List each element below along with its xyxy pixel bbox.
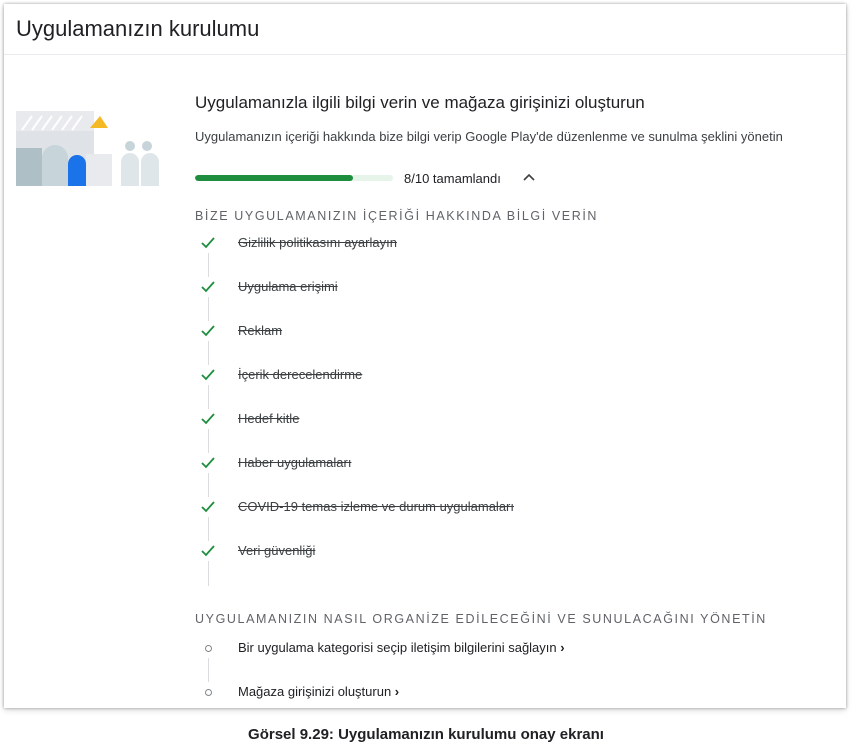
progress-bar (195, 175, 393, 181)
task-label[interactable]: COVID-19 temas izleme ve durum uygulamal… (238, 499, 514, 514)
check-icon (198, 409, 218, 429)
task-item[interactable]: COVID-19 temas izleme ve durum uygulamal… (198, 497, 798, 521)
task-item[interactable]: Haber uygulamaları (198, 453, 798, 477)
task-item[interactable]: Reklam (198, 321, 798, 345)
task-link[interactable]: Bir uygulama kategorisi seçip iletişim b… (238, 640, 565, 655)
circle-icon (198, 682, 218, 702)
section-heading: Uygulamanızla ilgili bilgi verin ve mağa… (195, 93, 645, 112)
check-icon (198, 453, 218, 473)
task-label[interactable]: Veri güvenliği (238, 543, 315, 558)
check-icon (198, 541, 218, 561)
task-item[interactable]: Gizlilik politikasını ayarlayın (198, 233, 798, 257)
task-item[interactable]: Bir uygulama kategorisi seçip iletişim b… (198, 638, 798, 662)
check-icon (198, 365, 218, 385)
section-description: Uygulamanızın içeriği hakkında bize bilg… (195, 129, 783, 144)
check-icon (198, 233, 218, 253)
task-label[interactable]: Reklam (238, 323, 282, 338)
setup-card: Uygulamanızın kurulumu Uygulamanızla ilg… (4, 4, 846, 708)
task-label[interactable]: Hedef kitle (238, 411, 299, 426)
check-icon (198, 497, 218, 517)
progress-bar-fill (195, 175, 354, 181)
title-divider (4, 54, 846, 55)
task-item[interactable]: Mağaza girişinizi oluşturun (198, 682, 798, 706)
chevron-up-icon[interactable] (521, 170, 537, 184)
group-title-store: UYGULAMANIZIN NASIL ORGANİZE EDİLECEĞİNİ… (195, 612, 767, 626)
task-item[interactable]: Hedef kitle (198, 409, 798, 433)
building-illustration (16, 111, 159, 186)
task-item[interactable]: Uygulama erişimi (198, 277, 798, 301)
task-label[interactable]: Gizlilik politikasını ayarlayın (238, 235, 397, 250)
task-item[interactable]: İçerik derecelendirme (198, 365, 798, 389)
group-title-content: BİZE UYGULAMANIZIN İÇERİĞİ HAKKINDA BİLG… (195, 209, 599, 223)
page-title: Uygulamanızın kurulumu (16, 16, 260, 41)
check-icon (198, 277, 218, 297)
check-icon (198, 321, 218, 341)
task-label[interactable]: Uygulama erişimi (238, 279, 338, 294)
task-label[interactable]: Haber uygulamaları (238, 455, 351, 470)
task-item[interactable]: Veri güvenliği (198, 541, 798, 565)
progress-label: 8/10 tamamlandı (404, 171, 501, 186)
task-label[interactable]: İçerik derecelendirme (238, 367, 362, 382)
task-link[interactable]: Mağaza girişinizi oluşturun (238, 684, 399, 699)
circle-icon (198, 638, 218, 658)
figure-caption: Görsel 9.29: Uygulamanızın kurulumu onay… (248, 726, 604, 743)
